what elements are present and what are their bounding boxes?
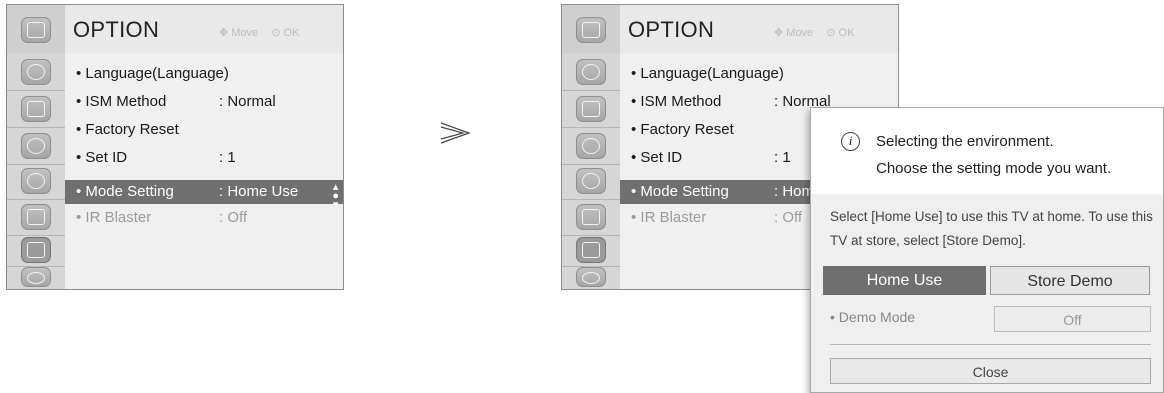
menu-header: OPTION ✥ Move ⊙ OK	[65, 5, 343, 54]
dialog-header: i Selecting the environment. Choose the …	[811, 108, 1163, 194]
lock-icon[interactable]	[21, 204, 51, 230]
ok-hint: OK	[283, 27, 300, 39]
category-sidebar	[562, 5, 620, 289]
demo-mode-value: Off	[994, 306, 1151, 332]
option-menu-left: OPTION ✥ Move ⊙ OK • Language(Language) …	[6, 4, 344, 290]
menu-item-ir-blaster: • IR Blaster : Off	[65, 206, 343, 230]
move-arrows-icon: ✥	[774, 27, 784, 39]
network-icon[interactable]	[21, 267, 51, 287]
info-icon: i	[841, 132, 860, 151]
dialog-subtitle: Choose the setting mode you want.	[876, 160, 1112, 177]
menu-item-factory-reset[interactable]: • Factory Reset	[65, 118, 343, 142]
menu-item-value: : Home Use	[219, 183, 299, 200]
dialog-divider	[830, 344, 1151, 345]
demo-mode-label: • Demo Mode	[830, 309, 916, 325]
menu-item-language[interactable]: • Language(Language)	[65, 62, 343, 86]
menu-item-label: • Language(Language)	[631, 65, 784, 82]
menu-item-label: • Mode Setting	[76, 183, 174, 200]
menu-item-mode-setting[interactable]: • Mode Setting : Home Use ▴ ● ▾	[65, 180, 343, 211]
navigation-hint: ✥ Move ⊙ OK	[774, 26, 854, 39]
menu-title: OPTION	[628, 17, 715, 42]
menu-item-label: • Set ID	[631, 149, 683, 166]
menu-item-language[interactable]: • Language(Language)	[620, 62, 898, 86]
menu-item-ism-method[interactable]: • ISM Method : Normal	[65, 90, 343, 114]
store-demo-button[interactable]: Store Demo	[990, 266, 1150, 295]
menu-item-label: • Language(Language)	[76, 65, 229, 82]
menu-list: • Language(Language) • ISM Method : Norm…	[65, 53, 343, 289]
picture-icon[interactable]	[21, 59, 51, 85]
option-icon	[21, 17, 51, 43]
menu-item-label: • ISM Method	[76, 93, 167, 110]
menu-item-value: : Normal	[219, 93, 276, 110]
navigation-hint: ✥ Move ⊙ OK	[219, 26, 299, 39]
dialog-title: Selecting the environment.	[876, 133, 1054, 150]
category-sidebar	[7, 5, 65, 289]
option-category-icon[interactable]	[21, 237, 51, 263]
menu-item-label: • IR Blaster	[76, 209, 152, 226]
menu-item-label: • Set ID	[76, 149, 128, 166]
ok-hint: OK	[838, 27, 855, 39]
menu-item-value: : Hom	[774, 183, 815, 200]
menu-item-label: • Mode Setting	[631, 183, 729, 200]
picture-icon[interactable]	[576, 59, 606, 85]
menu-item-label: • Factory Reset	[631, 121, 734, 138]
menu-item-value: : Off	[774, 209, 803, 226]
display-icon[interactable]	[576, 96, 606, 122]
next-step-arrow-icon	[440, 122, 471, 144]
audio-icon[interactable]	[576, 133, 606, 159]
option-category-header-icon	[7, 5, 65, 53]
mode-setting-dialog: i Selecting the environment. Choose the …	[810, 107, 1164, 393]
menu-title: OPTION	[73, 17, 160, 42]
move-hint: Move	[786, 27, 814, 39]
menu-item-label: • ISM Method	[631, 93, 722, 110]
menu-item-value: : Off	[219, 209, 248, 226]
network-icon[interactable]	[576, 267, 606, 287]
move-arrows-icon: ✥	[219, 27, 229, 39]
lock-icon[interactable]	[576, 204, 606, 230]
option-icon	[576, 17, 606, 43]
menu-item-label: • Factory Reset	[76, 121, 179, 138]
ok-button-icon: ⊙	[271, 27, 281, 39]
option-category-icon[interactable]	[576, 237, 606, 263]
home-use-button[interactable]: Home Use	[823, 266, 986, 295]
option-category-header-icon	[562, 5, 620, 53]
menu-item-label: • IR Blaster	[631, 209, 707, 226]
menu-item-value: : 1	[219, 149, 236, 166]
menu-item-set-id[interactable]: • Set ID : 1	[65, 146, 343, 170]
display-icon[interactable]	[21, 96, 51, 122]
audio-icon[interactable]	[21, 133, 51, 159]
clock-icon[interactable]	[576, 168, 606, 194]
ok-button-icon: ⊙	[826, 27, 836, 39]
menu-header: OPTION ✥ Move ⊙ OK	[620, 5, 898, 54]
clock-icon[interactable]	[21, 168, 51, 194]
close-button[interactable]: Close	[830, 358, 1151, 384]
dialog-description: Select [Home Use] to use this TV at home…	[830, 209, 1153, 248]
menu-item-value: : 1	[774, 149, 791, 166]
move-hint: Move	[231, 27, 259, 39]
